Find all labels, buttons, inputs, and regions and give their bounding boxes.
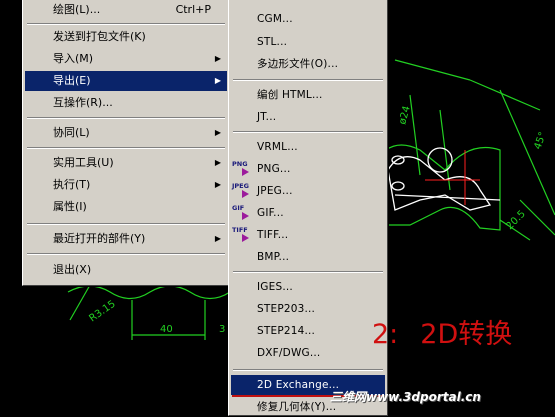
menu-item-label: STL... xyxy=(257,36,288,48)
png-icon: PNG xyxy=(232,161,254,177)
menu-separator xyxy=(27,147,225,149)
dim-radius: R3.15 xyxy=(87,299,117,325)
menu-item-label: GIF... xyxy=(257,207,284,219)
annotation-number: 2: xyxy=(372,319,399,350)
tiff-icon-label: TIFF xyxy=(232,226,248,234)
export-bmp[interactable]: BMP... xyxy=(231,247,385,267)
menu-item-label: 编创 HTML... xyxy=(257,89,323,101)
menu-item-label: 绘图(L)... xyxy=(53,3,101,16)
export-png[interactable]: PNG PNG... xyxy=(231,159,385,179)
submenu-arrow-icon: ▶ xyxy=(214,76,221,85)
annotation-text: 2D转换 xyxy=(420,319,513,350)
menu-item-label: 执行(T) xyxy=(53,178,91,191)
submenu-arrow-icon: ▶ xyxy=(214,158,221,167)
menu-item-label: STEP214... xyxy=(257,325,316,337)
menu-separator xyxy=(233,369,383,371)
menu-item-plot[interactable]: 绘图(L)... Ctrl+P xyxy=(25,0,227,20)
export-tiff[interactable]: TIFF TIFF... xyxy=(231,225,385,245)
export-iges[interactable]: IGES... xyxy=(231,277,385,297)
menu-item-label: 属性(I) xyxy=(53,200,87,213)
export-stl[interactable]: STL... xyxy=(231,32,385,52)
gif-arrow-icon xyxy=(242,212,249,220)
menu-separator xyxy=(233,131,383,133)
menu-item-label: 发送到打包文件(K) xyxy=(53,30,146,43)
export-jt[interactable]: JT... xyxy=(231,107,385,127)
menu-item-import[interactable]: 导入(M) ▶ xyxy=(25,49,227,69)
menu-item-label: PNG... xyxy=(257,163,291,175)
menu-separator xyxy=(233,79,383,81)
menu-item-interoperate[interactable]: 互操作(R)... xyxy=(25,93,227,113)
menu-item-recent-parts[interactable]: 最近打开的部件(Y) ▶ xyxy=(25,229,227,249)
export-cgm[interactable]: CGM... xyxy=(231,9,385,29)
menu-item-collaborate[interactable]: 协同(L) ▶ xyxy=(25,123,227,143)
export-submenu: CGM... STL... 多边形文件(O)... 编创 HTML... JT.… xyxy=(228,0,388,416)
menu-item-label: JT... xyxy=(257,111,277,123)
menu-item-properties[interactable]: 属性(I) xyxy=(25,197,227,217)
export-step203[interactable]: STEP203... xyxy=(231,299,385,319)
menu-item-label: 导出(E) xyxy=(53,74,91,87)
menu-separator xyxy=(27,253,225,255)
menu-item-label: 修复几何体(Y)... xyxy=(257,401,337,413)
png-arrow-icon xyxy=(242,168,249,176)
menu-item-label: CGM... xyxy=(257,13,293,25)
dim-diameter: ø24 xyxy=(397,105,413,126)
menu-separator xyxy=(27,117,225,119)
export-polygon-file[interactable]: 多边形文件(O)... xyxy=(231,54,385,74)
file-menu: 绘图(L)... Ctrl+P 发送到打包文件(K) 导入(M) ▶ 导出(E)… xyxy=(22,0,230,286)
menu-item-label: 多边形文件(O)... xyxy=(257,58,339,70)
gif-icon-label: GIF xyxy=(232,204,245,212)
annotation-caption: 2: 2D转换 xyxy=(372,312,512,351)
jpeg-arrow-icon xyxy=(242,190,249,198)
submenu-arrow-icon: ▶ xyxy=(214,54,221,63)
jpeg-icon: JPEG xyxy=(232,183,254,199)
menu-item-execute[interactable]: 执行(T) ▶ xyxy=(25,175,227,195)
menu-item-label: TIFF... xyxy=(257,229,289,241)
menu-item-label: 2D Exchange... xyxy=(257,379,340,391)
export-gif[interactable]: GIF GIF... xyxy=(231,203,385,223)
gif-icon: GIF xyxy=(232,205,254,221)
menu-item-label: 最近打开的部件(Y) xyxy=(53,232,146,245)
menu-separator xyxy=(27,23,225,25)
export-dxf-dwg[interactable]: DXF/DWG... xyxy=(231,343,385,363)
menu-item-label: 导入(M) xyxy=(53,52,94,65)
dim-angle: 45° xyxy=(532,131,548,151)
menu-item-exit[interactable]: 退出(X) xyxy=(25,260,227,280)
menu-item-label: 实用工具(U) xyxy=(53,156,114,169)
export-step214[interactable]: STEP214... xyxy=(231,321,385,341)
menu-item-label: 互操作(R)... xyxy=(53,96,113,109)
menu-item-send-to-package[interactable]: 发送到打包文件(K) xyxy=(25,27,227,47)
export-jpeg[interactable]: JPEG JPEG... xyxy=(231,181,385,201)
export-vrml[interactable]: VRML... xyxy=(231,137,385,157)
dim-length: 20.5 xyxy=(504,209,528,233)
menu-item-label: VRML... xyxy=(257,141,298,153)
menu-item-label: JPEG... xyxy=(257,185,293,197)
menu-item-export[interactable]: 导出(E) ▶ xyxy=(25,71,227,91)
watermark: 三维网www.3dportal.cn xyxy=(330,390,481,404)
submenu-arrow-icon: ▶ xyxy=(214,128,221,137)
tiff-icon: TIFF xyxy=(232,227,254,243)
dim-partial: 3 xyxy=(219,324,225,335)
menu-item-label: STEP203... xyxy=(257,303,316,315)
submenu-arrow-icon: ▶ xyxy=(214,234,221,243)
menu-item-label: 退出(X) xyxy=(53,263,92,276)
export-author-html[interactable]: 编创 HTML... xyxy=(231,85,385,105)
menu-separator xyxy=(233,271,383,273)
dim-width: 40 xyxy=(160,324,173,335)
tiff-arrow-icon xyxy=(242,234,249,242)
submenu-arrow-icon: ▶ xyxy=(214,180,221,189)
menu-item-label: 协同(L) xyxy=(53,126,90,139)
menu-item-label: IGES... xyxy=(257,281,293,293)
jpeg-icon-label: JPEG xyxy=(232,182,249,190)
menu-shortcut: Ctrl+P xyxy=(175,3,211,16)
menu-separator xyxy=(27,223,225,225)
png-icon-label: PNG xyxy=(232,160,248,168)
menu-item-label: BMP... xyxy=(257,251,290,263)
menu-item-utilities[interactable]: 实用工具(U) ▶ xyxy=(25,153,227,173)
menu-item-label: DXF/DWG... xyxy=(257,347,321,359)
